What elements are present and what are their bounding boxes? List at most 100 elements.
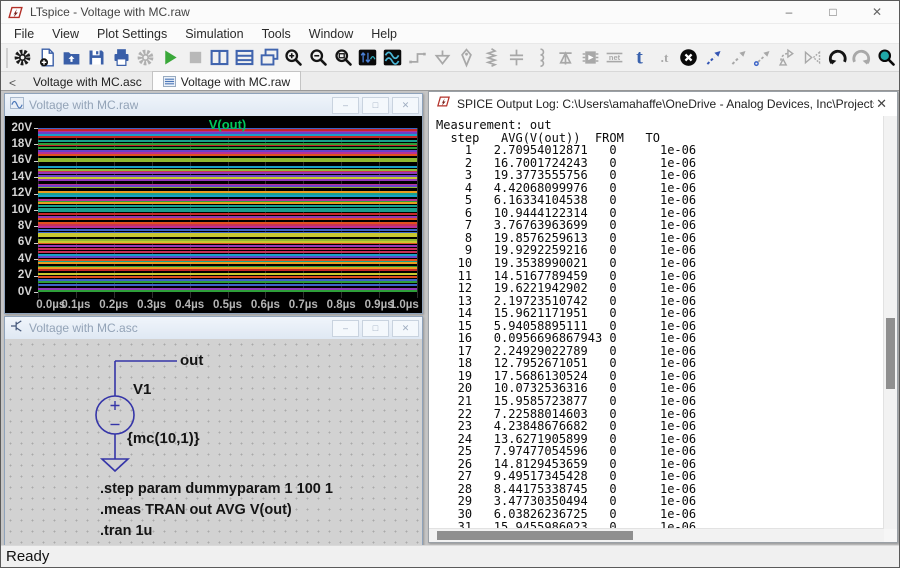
duplicate-icon (703, 47, 724, 68)
net-port-button[interactable]: net (602, 45, 627, 70)
delete-icon (678, 47, 699, 68)
wire-button[interactable] (405, 45, 430, 70)
tab-voltage-with-mc-asc[interactable]: Voltage with MC.asc (23, 72, 152, 92)
autorange-y-button[interactable] (356, 45, 381, 70)
open-button[interactable] (59, 45, 84, 70)
zoom-full-button[interactable] (331, 45, 356, 70)
net-label-out[interactable]: out (180, 352, 203, 369)
save-button[interactable] (84, 45, 109, 70)
zoom-out-button[interactable] (306, 45, 331, 70)
schematic-close-button[interactable]: ✕ (392, 320, 419, 337)
main-titlebar: LTspice - Voltage with MC.raw – □ ✕ (1, 1, 899, 24)
waveform-trace (38, 233, 417, 235)
inductor-button[interactable] (528, 45, 553, 70)
move-icon (728, 47, 749, 68)
tile-windows-button[interactable] (232, 45, 257, 70)
schematic-icon (10, 319, 24, 337)
waveform-trace (38, 177, 417, 179)
waveform-trace (38, 290, 417, 292)
log-text: Measurement: out step AVG(V(out)) FROM T… (436, 119, 696, 533)
mirror-button[interactable] (800, 45, 825, 70)
minimize-button[interactable]: – (767, 1, 811, 23)
drag-button[interactable] (751, 45, 776, 70)
x-axis-tick-label: 0.4µs (175, 299, 204, 311)
x-axis-tick-label: 0.5µs (213, 299, 242, 311)
cascade-windows-button[interactable] (257, 45, 282, 70)
redo-button[interactable] (849, 45, 874, 70)
capacitor-button[interactable] (504, 45, 529, 70)
waveform-plot-canvas[interactable]: V(out) 0.0µs0.1µs0.2µs0.3µs0.4µs0.5µs0.6… (5, 116, 422, 313)
text-button[interactable]: t (627, 45, 652, 70)
control-panel-icon (12, 47, 33, 68)
duplicate-button[interactable] (701, 45, 726, 70)
resistor-button[interactable] (479, 45, 504, 70)
rotate-icon (777, 47, 798, 68)
cascade-windows-icon (259, 47, 280, 68)
run-button[interactable] (158, 45, 183, 70)
schematic-canvas[interactable]: out V1 {mc(10,1)} .step param dummyparam… (5, 339, 422, 547)
waveform-minimize-button[interactable]: – (332, 97, 359, 114)
source-value-label[interactable]: {mc(10,1)} (127, 430, 200, 447)
menu-window[interactable]: Window (300, 26, 362, 42)
trace-label[interactable]: V(out) (38, 117, 417, 132)
halt-button[interactable] (183, 45, 208, 70)
log-vscroll-thumb[interactable] (886, 318, 895, 388)
net-label-button[interactable] (454, 45, 479, 70)
spice-directive-text: .step param dummyparam 1 100 1 (100, 479, 333, 500)
menu-bar: FileViewPlot SettingsSimulationToolsWind… (1, 24, 899, 44)
schematic-restore-button[interactable]: □ (362, 320, 389, 337)
toolbar: nett .t (1, 44, 899, 72)
waveform-restore-button[interactable]: □ (362, 97, 389, 114)
control-panel-button[interactable] (10, 45, 35, 70)
plot-settings-button[interactable] (380, 45, 405, 70)
close-button[interactable]: ✕ (855, 1, 899, 23)
waveform-close-button[interactable]: ✕ (392, 97, 419, 114)
menu-help[interactable]: Help (362, 26, 406, 42)
zoom-in-button[interactable] (282, 45, 307, 70)
spice-directives[interactable]: .step param dummyparam 1 100 1.meas TRAN… (100, 479, 333, 542)
tab-voltage-with-mc-raw[interactable]: Voltage with MC.raw (152, 71, 301, 92)
log-resize-grip[interactable] (884, 529, 897, 542)
ltspice-logo-icon-small (436, 95, 451, 113)
menu-plot-settings[interactable]: Plot Settings (88, 26, 176, 42)
log-horizontal-scrollbar[interactable] (429, 528, 884, 542)
waveform-window-titlebar[interactable]: Voltage with MC.raw – □ ✕ (5, 94, 422, 117)
component-button[interactable] (578, 45, 603, 70)
log-vertical-scrollbar[interactable] (883, 116, 897, 529)
undo-button[interactable] (825, 45, 850, 70)
drag-icon (752, 47, 773, 68)
menu-view[interactable]: View (43, 26, 88, 42)
schematic-window-titlebar[interactable]: Voltage with MC.asc – □ ✕ (5, 317, 422, 340)
move-button[interactable] (726, 45, 751, 70)
waveform-trace (38, 193, 417, 195)
y-axis-tick-label: 2V (5, 269, 32, 281)
find-button[interactable] (874, 45, 899, 70)
y-axis-tick (34, 194, 38, 195)
svg-text:.t: .t (660, 50, 668, 65)
split-window-button[interactable] (207, 45, 232, 70)
waveform-icon (10, 96, 24, 114)
find-icon (876, 47, 897, 68)
print-button[interactable] (109, 45, 134, 70)
log-titlebar[interactable]: SPICE Output Log: C:\Users\amahaffe\OneD… (429, 92, 897, 117)
spice-log-window: SPICE Output Log: C:\Users\amahaffe\OneD… (428, 91, 898, 543)
spice-directive-button[interactable]: .t (652, 45, 677, 70)
schematic-minimize-button[interactable]: – (332, 320, 359, 337)
rotate-button[interactable] (775, 45, 800, 70)
menu-file[interactable]: File (5, 26, 43, 42)
log-close-button[interactable]: ✕ (874, 96, 889, 112)
maximize-button[interactable]: □ (811, 1, 855, 23)
source-name-label[interactable]: V1 (133, 381, 151, 398)
menu-tools[interactable]: Tools (253, 26, 300, 42)
diode-button[interactable] (553, 45, 578, 70)
y-axis-tick-label: 10V (5, 204, 32, 216)
waveform-trace (38, 143, 417, 145)
new-schematic-button[interactable] (35, 45, 60, 70)
log-hscroll-thumb[interactable] (437, 531, 633, 540)
menu-simulation[interactable]: Simulation (176, 26, 252, 42)
autorange-y-icon (357, 47, 378, 68)
delete-button[interactable] (677, 45, 702, 70)
ground-button[interactable] (430, 45, 455, 70)
waveform-trace (38, 185, 417, 187)
settings-disabled-button[interactable] (133, 45, 158, 70)
